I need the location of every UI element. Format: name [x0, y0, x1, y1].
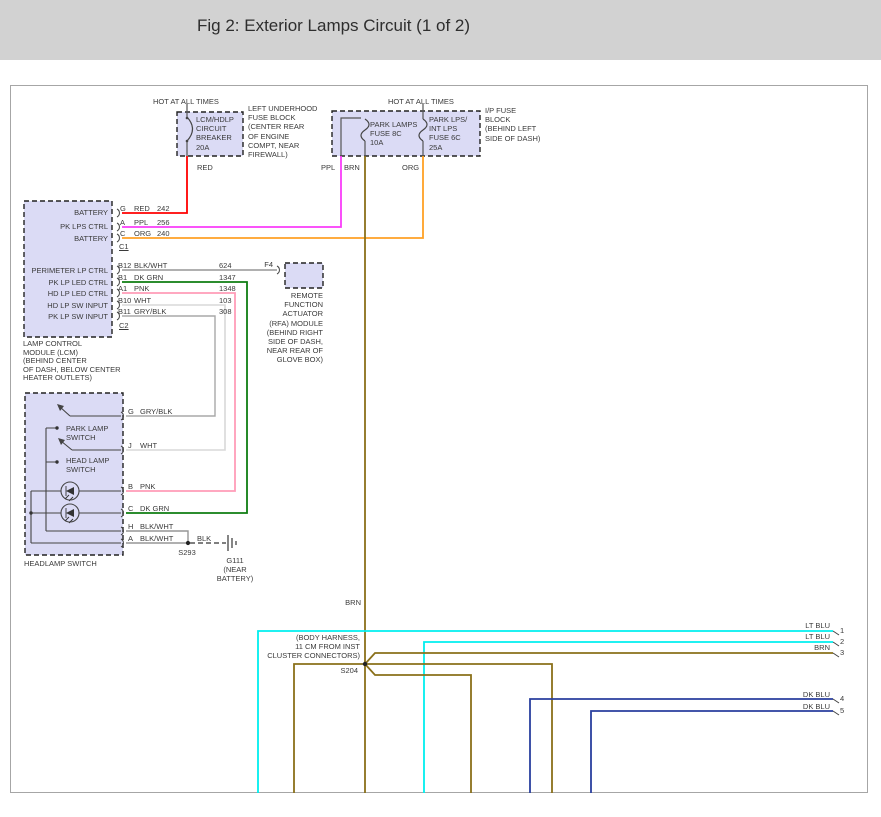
wire-color: PNK — [134, 284, 149, 293]
head-lamp-switch-label: HEAD LAMP SWITCH — [66, 456, 109, 474]
wire-color-blk: BLK — [197, 534, 211, 543]
diagram-border — [11, 86, 868, 793]
hot-at-all-times-right: HOT AT ALL TIMES — [388, 97, 454, 106]
pin-id: A — [120, 218, 125, 227]
wire-label-red: RED — [197, 163, 213, 172]
bus-junction-dot — [29, 511, 32, 514]
connector-cavity-number: 1 — [840, 626, 844, 635]
rfa-pin-id: F4 — [255, 260, 273, 269]
lcm-caption: LAMP CONTROL MODULE (LCM) (BEHIND CENTER… — [23, 340, 121, 383]
rfa-caption: REMOTE FUNCTION ACTUATOR (RFA) MODULE (B… — [233, 291, 323, 365]
figure-page: Fig 2: Exterior Lamps Circuit (1 of 2) — [0, 0, 881, 817]
pin-id: B12 — [118, 261, 131, 270]
wire-label-brn-mid: BRN — [324, 598, 361, 607]
wire-color: GRY/BLK — [134, 307, 166, 316]
switch-contact-dot — [55, 460, 58, 463]
pin-id: B11 — [118, 307, 131, 316]
wire-color: DK GRN — [134, 273, 163, 282]
lcm-pin-name: PK LP SW INPUT — [23, 312, 108, 321]
connector-id-c2: C2 — [119, 321, 129, 330]
wire-color: DK BLU — [760, 690, 830, 699]
ground-caption-g111: G111 (NEAR BATTERY) — [209, 556, 261, 584]
lcm-pin-name: PERIMETER LP CTRL — [23, 266, 108, 275]
lcm-pin-name: PK LP LED CTRL — [23, 278, 108, 287]
circuit-number: 1347 — [219, 273, 236, 282]
pin-id: G — [128, 407, 134, 416]
pin-id: B1 — [118, 273, 127, 282]
lcm-pin-name: HD LP SW INPUT — [23, 301, 108, 310]
rfa-module-box — [285, 263, 323, 288]
circuit-number: 240 — [157, 229, 170, 238]
fuse-park-lamps-label: PARK LAMPS FUSE 8C 10A — [370, 120, 417, 148]
circuit-number: 256 — [157, 218, 170, 227]
headlamp-switch-caption: HEADLAMP SWITCH — [24, 559, 97, 568]
breaker-terminal-dot — [186, 117, 189, 120]
wire-color: GRY/BLK — [140, 407, 172, 416]
pin-id: G — [120, 204, 126, 213]
wire-color: PNK — [140, 482, 155, 491]
pin-id: J — [128, 441, 132, 450]
pin-id: H — [128, 522, 133, 531]
wire-color: BRN — [760, 643, 830, 652]
splice-label-s293: S293 — [172, 548, 202, 557]
pin-id: C — [120, 229, 125, 238]
connector-cavity-number: 4 — [840, 694, 844, 703]
breaker-label: LCM/HDLP CIRCUIT BREAKER 20A — [196, 115, 234, 152]
park-lamp-switch-label: PARK LAMP SWITCH — [66, 424, 108, 442]
harness-note: (BODY HARNESS, 11 CM FROM INST CLUSTER C… — [230, 633, 360, 661]
breaker-terminal-dot — [186, 140, 189, 143]
connector-cavity-number: 3 — [840, 648, 844, 657]
wire-label-org: ORG — [402, 163, 419, 172]
pin-id: C — [128, 504, 133, 513]
lcm-pin-name: PK LPS CTRL — [23, 222, 108, 231]
circuit-number: 242 — [157, 204, 170, 213]
wire-color: DK BLU — [760, 702, 830, 711]
switch-contact-dot — [55, 426, 58, 429]
connector-cavity-number: 5 — [840, 706, 844, 715]
ip-fuse-block-location: I/P FUSE BLOCK (BEHIND LEFT SIDE OF DASH… — [485, 106, 540, 143]
connector-cavity-number: 2 — [840, 637, 844, 646]
hot-at-all-times-left: HOT AT ALL TIMES — [153, 97, 219, 106]
wire-color: ORG — [134, 229, 151, 238]
wire-color: WHT — [140, 441, 157, 450]
wire-label-ppl: PPL — [321, 163, 335, 172]
lcm-pin-name: HD LP LED CTRL — [23, 289, 108, 298]
lcm-pin-name: BATTERY — [23, 208, 108, 217]
wire-label-brn: BRN — [344, 163, 360, 172]
lcm-pin-name: BATTERY — [23, 234, 108, 243]
wire-color: BLK/WHT — [140, 522, 173, 531]
circuit-number: 308 — [219, 307, 232, 316]
wire-color: RED — [134, 204, 150, 213]
pin-id: A1 — [118, 284, 127, 293]
circuit-number: 624 — [219, 261, 232, 270]
pin-id: B — [128, 482, 133, 491]
wire-color: LT BLU — [760, 621, 830, 630]
pin-id: A — [128, 534, 133, 543]
circuit-number: 103 — [219, 296, 232, 305]
splice-dot-s293 — [186, 541, 190, 545]
wire-color: LT BLU — [760, 632, 830, 641]
pin-id: B10 — [118, 296, 131, 305]
wire-color: BLK/WHT — [140, 534, 173, 543]
wire-color: WHT — [134, 296, 151, 305]
connector-id-c1: C1 — [119, 242, 129, 251]
underhood-fuse-block-location: LEFT UNDERHOOD FUSE BLOCK (CENTER REAR O… — [248, 104, 317, 159]
splice-label-s204: S204 — [310, 666, 358, 675]
wire-color: PPL — [134, 218, 148, 227]
fuse-park-int-label: PARK LPS/ INT LPS FUSE 6C 25A — [429, 115, 467, 152]
splice-dot-s204 — [363, 662, 367, 666]
wire-color: DK GRN — [140, 504, 169, 513]
wire-color: BLK/WHT — [134, 261, 167, 270]
